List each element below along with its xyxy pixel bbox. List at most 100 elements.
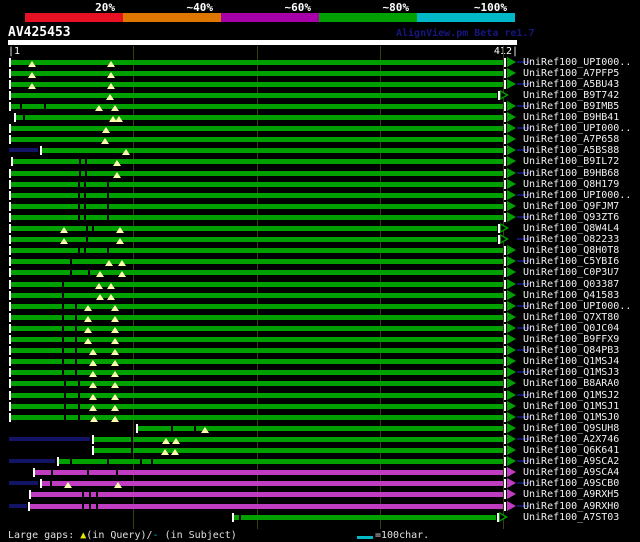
start-tick <box>9 80 11 89</box>
sequence-label[interactable]: UniRef100_B9FFX9 <box>523 334 619 345</box>
query-gap-triangle-icon <box>122 149 130 155</box>
end-tick <box>504 191 506 200</box>
sequence-label[interactable]: UniRef100_A9RXH5 <box>523 489 619 500</box>
alignment-bar[interactable] <box>10 171 503 176</box>
sequence-label[interactable]: UniRef100_A9SCB0 <box>523 478 619 489</box>
end-tick <box>504 58 506 67</box>
sequence-label[interactable]: UniRef100_B9T742 <box>523 90 619 101</box>
sequence-label[interactable]: UniRef100_A9RXH0 <box>523 501 619 512</box>
gap-notch <box>194 426 196 431</box>
alignment-bar[interactable] <box>10 259 503 264</box>
alignment-bar[interactable] <box>41 481 503 486</box>
sequence-label[interactable]: UniRef100_Q8H0T8 <box>523 245 619 256</box>
sequence-label[interactable]: UniRef100_Q7XT80 <box>523 312 619 323</box>
alignment-bar[interactable] <box>10 348 503 353</box>
sequence-label[interactable]: UniRef100_Q93ZT6 <box>523 212 619 223</box>
sequence-label[interactable]: UniRef100_Q0JC04 <box>523 323 619 334</box>
alignment-bar[interactable] <box>10 71 503 76</box>
alignment-bar[interactable] <box>10 359 503 364</box>
alignment-bar[interactable] <box>10 404 503 409</box>
alignment-bar[interactable] <box>10 137 503 142</box>
query-gap-triangle-icon <box>95 105 103 111</box>
gap-notch <box>87 470 89 475</box>
sequence-label[interactable]: UniRef100_A9SCA2 <box>523 456 619 467</box>
alignment-bar[interactable] <box>10 282 503 287</box>
sequence-label[interactable]: UniRef100_C5YBI6 <box>523 256 619 267</box>
gap-notch <box>64 404 66 409</box>
sequence-label[interactable]: UniRef100_O82233 <box>523 234 619 245</box>
alignment-bar[interactable] <box>137 426 503 431</box>
end-tick <box>504 490 506 499</box>
subject-arrow-icon <box>507 390 516 400</box>
sequence-label[interactable]: UniRef100_A7PFP5 <box>523 68 619 79</box>
sequence-label[interactable]: UniRef100_Q8H179 <box>523 179 619 190</box>
gap-notch <box>107 204 109 209</box>
sequence-label[interactable]: UniRef100_UPI000.. <box>523 190 631 201</box>
sequence-label[interactable]: UniRef100_A2X746 <box>523 434 619 445</box>
alignment-bar[interactable] <box>10 60 503 65</box>
end-tick <box>504 268 506 277</box>
sequence-label[interactable]: UniRef100_Q1MSJ4 <box>523 356 619 367</box>
alignment-bar[interactable] <box>10 370 503 375</box>
alignment-bar[interactable] <box>10 82 503 87</box>
sequence-label[interactable]: UniRef100_Q9FJM7 <box>523 201 619 212</box>
alignment-bar[interactable] <box>41 148 503 153</box>
alignment-bar[interactable] <box>10 381 503 386</box>
alignment-bar[interactable] <box>93 448 503 453</box>
sequence-label[interactable]: UniRef100_Q1MSJ3 <box>523 367 619 378</box>
sequence-label[interactable]: UniRef100_B9HB41 <box>523 112 619 123</box>
alignment-bar[interactable] <box>10 415 503 420</box>
alignment-bar[interactable] <box>10 270 503 275</box>
alignment-bar[interactable] <box>58 459 503 464</box>
alignment-bar[interactable] <box>10 237 497 242</box>
alignment-bar[interactable] <box>10 293 503 298</box>
sequence-label[interactable]: UniRef100_Q1MSJ0 <box>523 412 619 423</box>
alignment-bar[interactable] <box>10 226 497 231</box>
alignment-bar[interactable] <box>93 437 503 442</box>
sequence-label[interactable]: UniRef100_UPI000.. <box>523 123 631 134</box>
sequence-label[interactable]: UniRef100_Q41583 <box>523 290 619 301</box>
sequence-label[interactable]: UniRef100_Q8W4L4 <box>523 223 619 234</box>
alignment-bar[interactable] <box>15 115 503 120</box>
sequence-label[interactable]: UniRef100_A7ST03 <box>523 512 619 523</box>
identity-scale-label: ~40% <box>151 1 213 13</box>
alignment-bar[interactable] <box>10 393 503 398</box>
gap-notch <box>96 504 98 509</box>
sequence-label[interactable]: UniRef100_B9IMB5 <box>523 101 619 112</box>
sequence-label[interactable]: UniRef100_A5BS88 <box>523 145 619 156</box>
query-gap-triangle-icon <box>111 416 119 422</box>
sequence-label[interactable]: UniRef100_Q6K641 <box>523 445 619 456</box>
alignment-bar[interactable] <box>30 492 503 497</box>
start-tick <box>9 313 11 322</box>
sequence-label[interactable]: UniRef100_A7P658 <box>523 134 619 145</box>
sequence-label[interactable]: UniRef100_C0P3U7 <box>523 267 619 278</box>
sequence-label[interactable]: UniRef100_B8ARA0 <box>523 378 619 389</box>
sequence-label[interactable]: UniRef100_B9HB68 <box>523 168 619 179</box>
end-tick <box>504 180 506 189</box>
alignview-screen: 20%~40%~60%~80%~100% AV425453 AlignView.… <box>0 0 640 542</box>
sequence-label[interactable]: UniRef100_Q03387 <box>523 279 619 290</box>
alignment-bar[interactable] <box>30 504 503 509</box>
alignment-bar[interactable] <box>34 470 503 475</box>
query-gap-triangle-icon <box>111 327 119 333</box>
sequence-label[interactable]: UniRef100_A5BU43 <box>523 79 619 90</box>
sequence-label[interactable]: UniRef100_UPI000.. <box>523 57 631 68</box>
query-gap-triangle-icon <box>105 260 113 266</box>
sequence-label[interactable]: UniRef100_Q1MSJ2 <box>523 390 619 401</box>
query-gap-triangle-icon <box>161 449 169 455</box>
start-tick <box>9 291 11 300</box>
sequence-label[interactable]: UniRef100_Q84PB3 <box>523 345 619 356</box>
sequence-label[interactable]: UniRef100_A9SCA4 <box>523 467 619 478</box>
alignment-bar[interactable] <box>10 104 503 109</box>
sequence-label[interactable]: UniRef100_UPI000.. <box>523 301 631 312</box>
sequence-label[interactable]: UniRef100_Q9SUH8 <box>523 423 619 434</box>
sequence-label[interactable]: UniRef100_Q1MSJ1 <box>523 401 619 412</box>
query-gap-triangle-icon <box>84 327 92 333</box>
subject-arrow-icon <box>507 367 516 377</box>
alignment-bar[interactable] <box>10 126 503 131</box>
alignment-bar[interactable] <box>10 93 497 98</box>
sequence-label[interactable]: UniRef100_B9IL72 <box>523 156 619 167</box>
subject-arrow-icon <box>507 412 516 422</box>
alignment-bar[interactable] <box>234 515 496 520</box>
app-version-note: AlignView.pm Beta re1.7 <box>396 28 534 39</box>
